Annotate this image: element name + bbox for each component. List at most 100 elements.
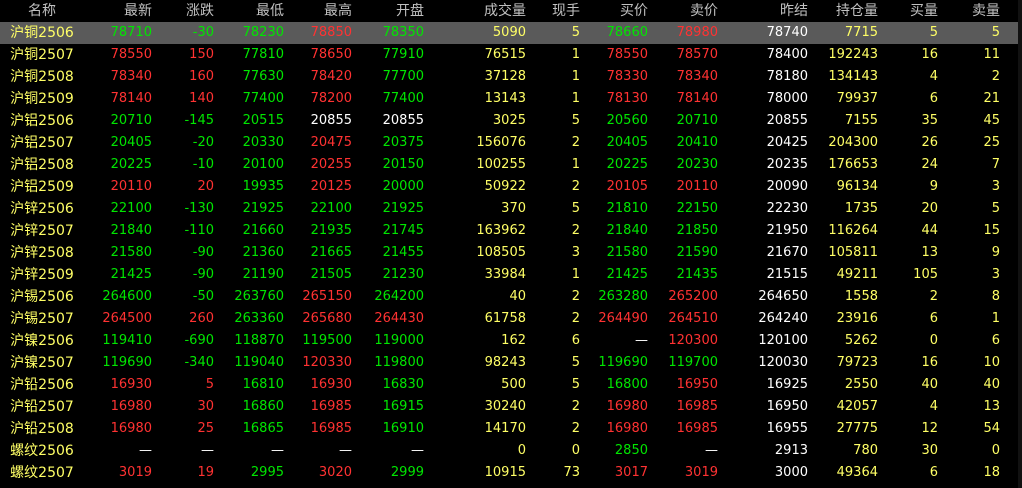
cell-last: 264600 bbox=[102, 289, 152, 304]
cell-last: 20710 bbox=[110, 113, 152, 128]
cell-open: 2999 bbox=[390, 465, 424, 480]
cell-open: 16915 bbox=[382, 399, 424, 414]
table-row[interactable]: 沪铝2506 20710 -145 20515 20855 20855 3025 5 20560… bbox=[0, 110, 1022, 132]
cell-oi: 79723 bbox=[836, 355, 878, 370]
cell-last: — bbox=[139, 443, 152, 458]
header-bid[interactable]: 买价 bbox=[586, 0, 648, 22]
table-row[interactable]: 沪锌2509 21425 -90 21190 21505 21230 33984 1 21425… bbox=[0, 264, 1022, 286]
cell-volume: 10915 bbox=[484, 465, 526, 480]
table-row[interactable]: 螺纹2507 3019 19 2995 3020 2999 10915 73 3017 3019 3… bbox=[0, 462, 1022, 484]
header-open-interest[interactable]: 持仓量 bbox=[812, 0, 878, 22]
contract-name: 沪铝2509 bbox=[10, 179, 74, 195]
cell-volume: 40 bbox=[509, 289, 526, 304]
cell-change: 150 bbox=[189, 47, 214, 62]
cell-open: 20150 bbox=[382, 157, 424, 172]
cell-bid: 20405 bbox=[606, 135, 648, 150]
table-row[interactable]: 沪镍2506 119410 -690 118870 119500 119000 162 6 — 1… bbox=[0, 330, 1022, 352]
cell-prev: 78180 bbox=[766, 69, 808, 84]
table-row[interactable]: 沪锌2508 21580 -90 21360 21665 21455 108505 3 2158… bbox=[0, 242, 1022, 264]
table-row[interactable]: 沪铝2507 20405 -20 20330 20475 20375 156076 2 2040… bbox=[0, 132, 1022, 154]
cell-prev: 20235 bbox=[766, 157, 808, 172]
header-ask[interactable]: 卖价 bbox=[652, 0, 718, 22]
table-row[interactable]: 沪铜2509 78140 140 77400 78200 77400 13143 1 78130… bbox=[0, 88, 1022, 110]
cell-open: 119000 bbox=[374, 333, 424, 348]
header-name[interactable]: 名称 bbox=[0, 0, 84, 22]
table-row[interactable]: 沪铝2508 20225 -10 20100 20255 20150 100255 1 2022… bbox=[0, 154, 1022, 176]
cell-ask-vol: 3 bbox=[991, 267, 1000, 282]
cell-bid-vol: 9 bbox=[929, 179, 938, 194]
cell-change: 19 bbox=[197, 465, 214, 480]
cell-ask-vol: 5 bbox=[991, 201, 1000, 216]
cell-bid-vol: 16 bbox=[921, 47, 938, 62]
cell-prev: 16950 bbox=[766, 399, 808, 414]
cell-prev: 21950 bbox=[766, 223, 808, 238]
cell-volume: 14170 bbox=[484, 421, 526, 436]
cell-high: 78420 bbox=[310, 69, 352, 84]
table-row[interactable]: 沪铅2506 16930 5 16810 16930 16830 500 5 16800 1695… bbox=[0, 374, 1022, 396]
cell-ask-vol: 9 bbox=[991, 245, 1000, 260]
cell-last: 16980 bbox=[110, 421, 152, 436]
cell-bid-vol: 2 bbox=[929, 289, 938, 304]
header-ask-volume[interactable]: 卖量 bbox=[944, 0, 1000, 22]
header-bid-volume[interactable]: 买量 bbox=[882, 0, 938, 22]
table-row[interactable]: 沪铅2508 16980 25 16865 16985 16910 14170 2 16980 1… bbox=[0, 418, 1022, 440]
table-row[interactable]: 沪锡2506 264600 -50 263760 265150 264200 40 2 2632… bbox=[0, 286, 1022, 308]
cell-volume: 163962 bbox=[476, 223, 526, 238]
header-volume[interactable]: 成交量 bbox=[458, 0, 526, 22]
cell-change: -50 bbox=[192, 289, 214, 304]
contract-name: 沪锌2506 bbox=[10, 201, 74, 217]
header-low[interactable]: 最低 bbox=[218, 0, 284, 22]
cell-volume: 98243 bbox=[484, 355, 526, 370]
header-change[interactable]: 涨跌 bbox=[156, 0, 214, 22]
cell-high: 78650 bbox=[310, 47, 352, 62]
cell-low: 77630 bbox=[242, 69, 284, 84]
cell-change: -90 bbox=[192, 267, 214, 282]
cell-hand: 1 bbox=[571, 69, 580, 84]
cell-prev: 3000 bbox=[774, 465, 808, 480]
cell-prev: 20090 bbox=[766, 179, 808, 194]
table-row[interactable]: 沪锡2507 264500 260 263360 265680 264430 61758 2 2… bbox=[0, 308, 1022, 330]
table-row[interactable]: 沪镍2507 119690 -340 119040 120330 119800 98243 5… bbox=[0, 352, 1022, 374]
table-row[interactable]: 沪铜2507 78550 150 77810 78650 77910 76515 1 78550… bbox=[0, 44, 1022, 66]
contract-name: 螺纹2507 bbox=[10, 465, 74, 481]
cell-ask-vol: 6 bbox=[991, 333, 1000, 348]
cell-ask: 20710 bbox=[676, 113, 718, 128]
header-open[interactable]: 开盘 bbox=[356, 0, 424, 22]
table-row[interactable]: 螺纹2506 — — — — — 0 0 2850 — 2913 780 30 0 bbox=[0, 440, 1022, 462]
cell-prev: 20425 bbox=[766, 135, 808, 150]
table-row[interactable]: 沪铝2509 20110 20 19935 20125 20000 50922 2 20105 2… bbox=[0, 176, 1022, 198]
cell-high: 78850 bbox=[310, 25, 352, 40]
cell-hand: 2 bbox=[571, 223, 580, 238]
contract-name: 螺纹2506 bbox=[10, 443, 74, 459]
cell-bid-vol: 0 bbox=[929, 333, 938, 348]
header-last[interactable]: 最新 bbox=[88, 0, 152, 22]
header-high[interactable]: 最高 bbox=[288, 0, 352, 22]
cell-ask: 16985 bbox=[676, 421, 718, 436]
cell-high: 3020 bbox=[318, 465, 352, 480]
table-row[interactable]: 沪铅2507 16980 30 16860 16985 16915 30240 2 16980 1… bbox=[0, 396, 1022, 418]
table-row[interactable]: 沪锌2506 22100 -130 21925 22100 21925 370 5 21810 2… bbox=[0, 198, 1022, 220]
cell-volume: 37128 bbox=[484, 69, 526, 84]
cell-hand: 73 bbox=[563, 465, 580, 480]
cell-bid-vol: 6 bbox=[929, 311, 938, 326]
table-row[interactable]: 沪锌2507 21840 -110 21660 21935 21745 163962 2 218… bbox=[0, 220, 1022, 242]
contract-name: 沪铝2508 bbox=[10, 157, 74, 173]
cell-oi: 116264 bbox=[828, 223, 878, 238]
contract-name: 沪锡2506 bbox=[10, 289, 74, 305]
cell-bid: 20225 bbox=[606, 157, 648, 172]
cell-oi: 23916 bbox=[836, 311, 878, 326]
cell-volume: 108505 bbox=[476, 245, 526, 260]
cell-high: 120330 bbox=[302, 355, 352, 370]
cell-hand: 0 bbox=[571, 443, 580, 458]
scrollbar[interactable] bbox=[1018, 0, 1022, 488]
cell-prev: 16925 bbox=[766, 377, 808, 392]
cell-last: 16980 bbox=[110, 399, 152, 414]
header-hand[interactable]: 现手 bbox=[538, 0, 580, 22]
table-row[interactable]: 沪铜2508 78340 160 77630 78420 77700 37128 1 78330… bbox=[0, 66, 1022, 88]
cell-low: 118870 bbox=[234, 333, 284, 348]
contract-name: 沪锡2507 bbox=[10, 311, 74, 327]
cell-prev: 264240 bbox=[758, 311, 808, 326]
header-prev-settle[interactable]: 昨结 bbox=[738, 0, 808, 22]
table-row[interactable]: 沪铜2506 78710 -30 78230 78850 78350 5090 5 78660 7… bbox=[0, 22, 1022, 44]
cell-ask: 265200 bbox=[668, 289, 718, 304]
